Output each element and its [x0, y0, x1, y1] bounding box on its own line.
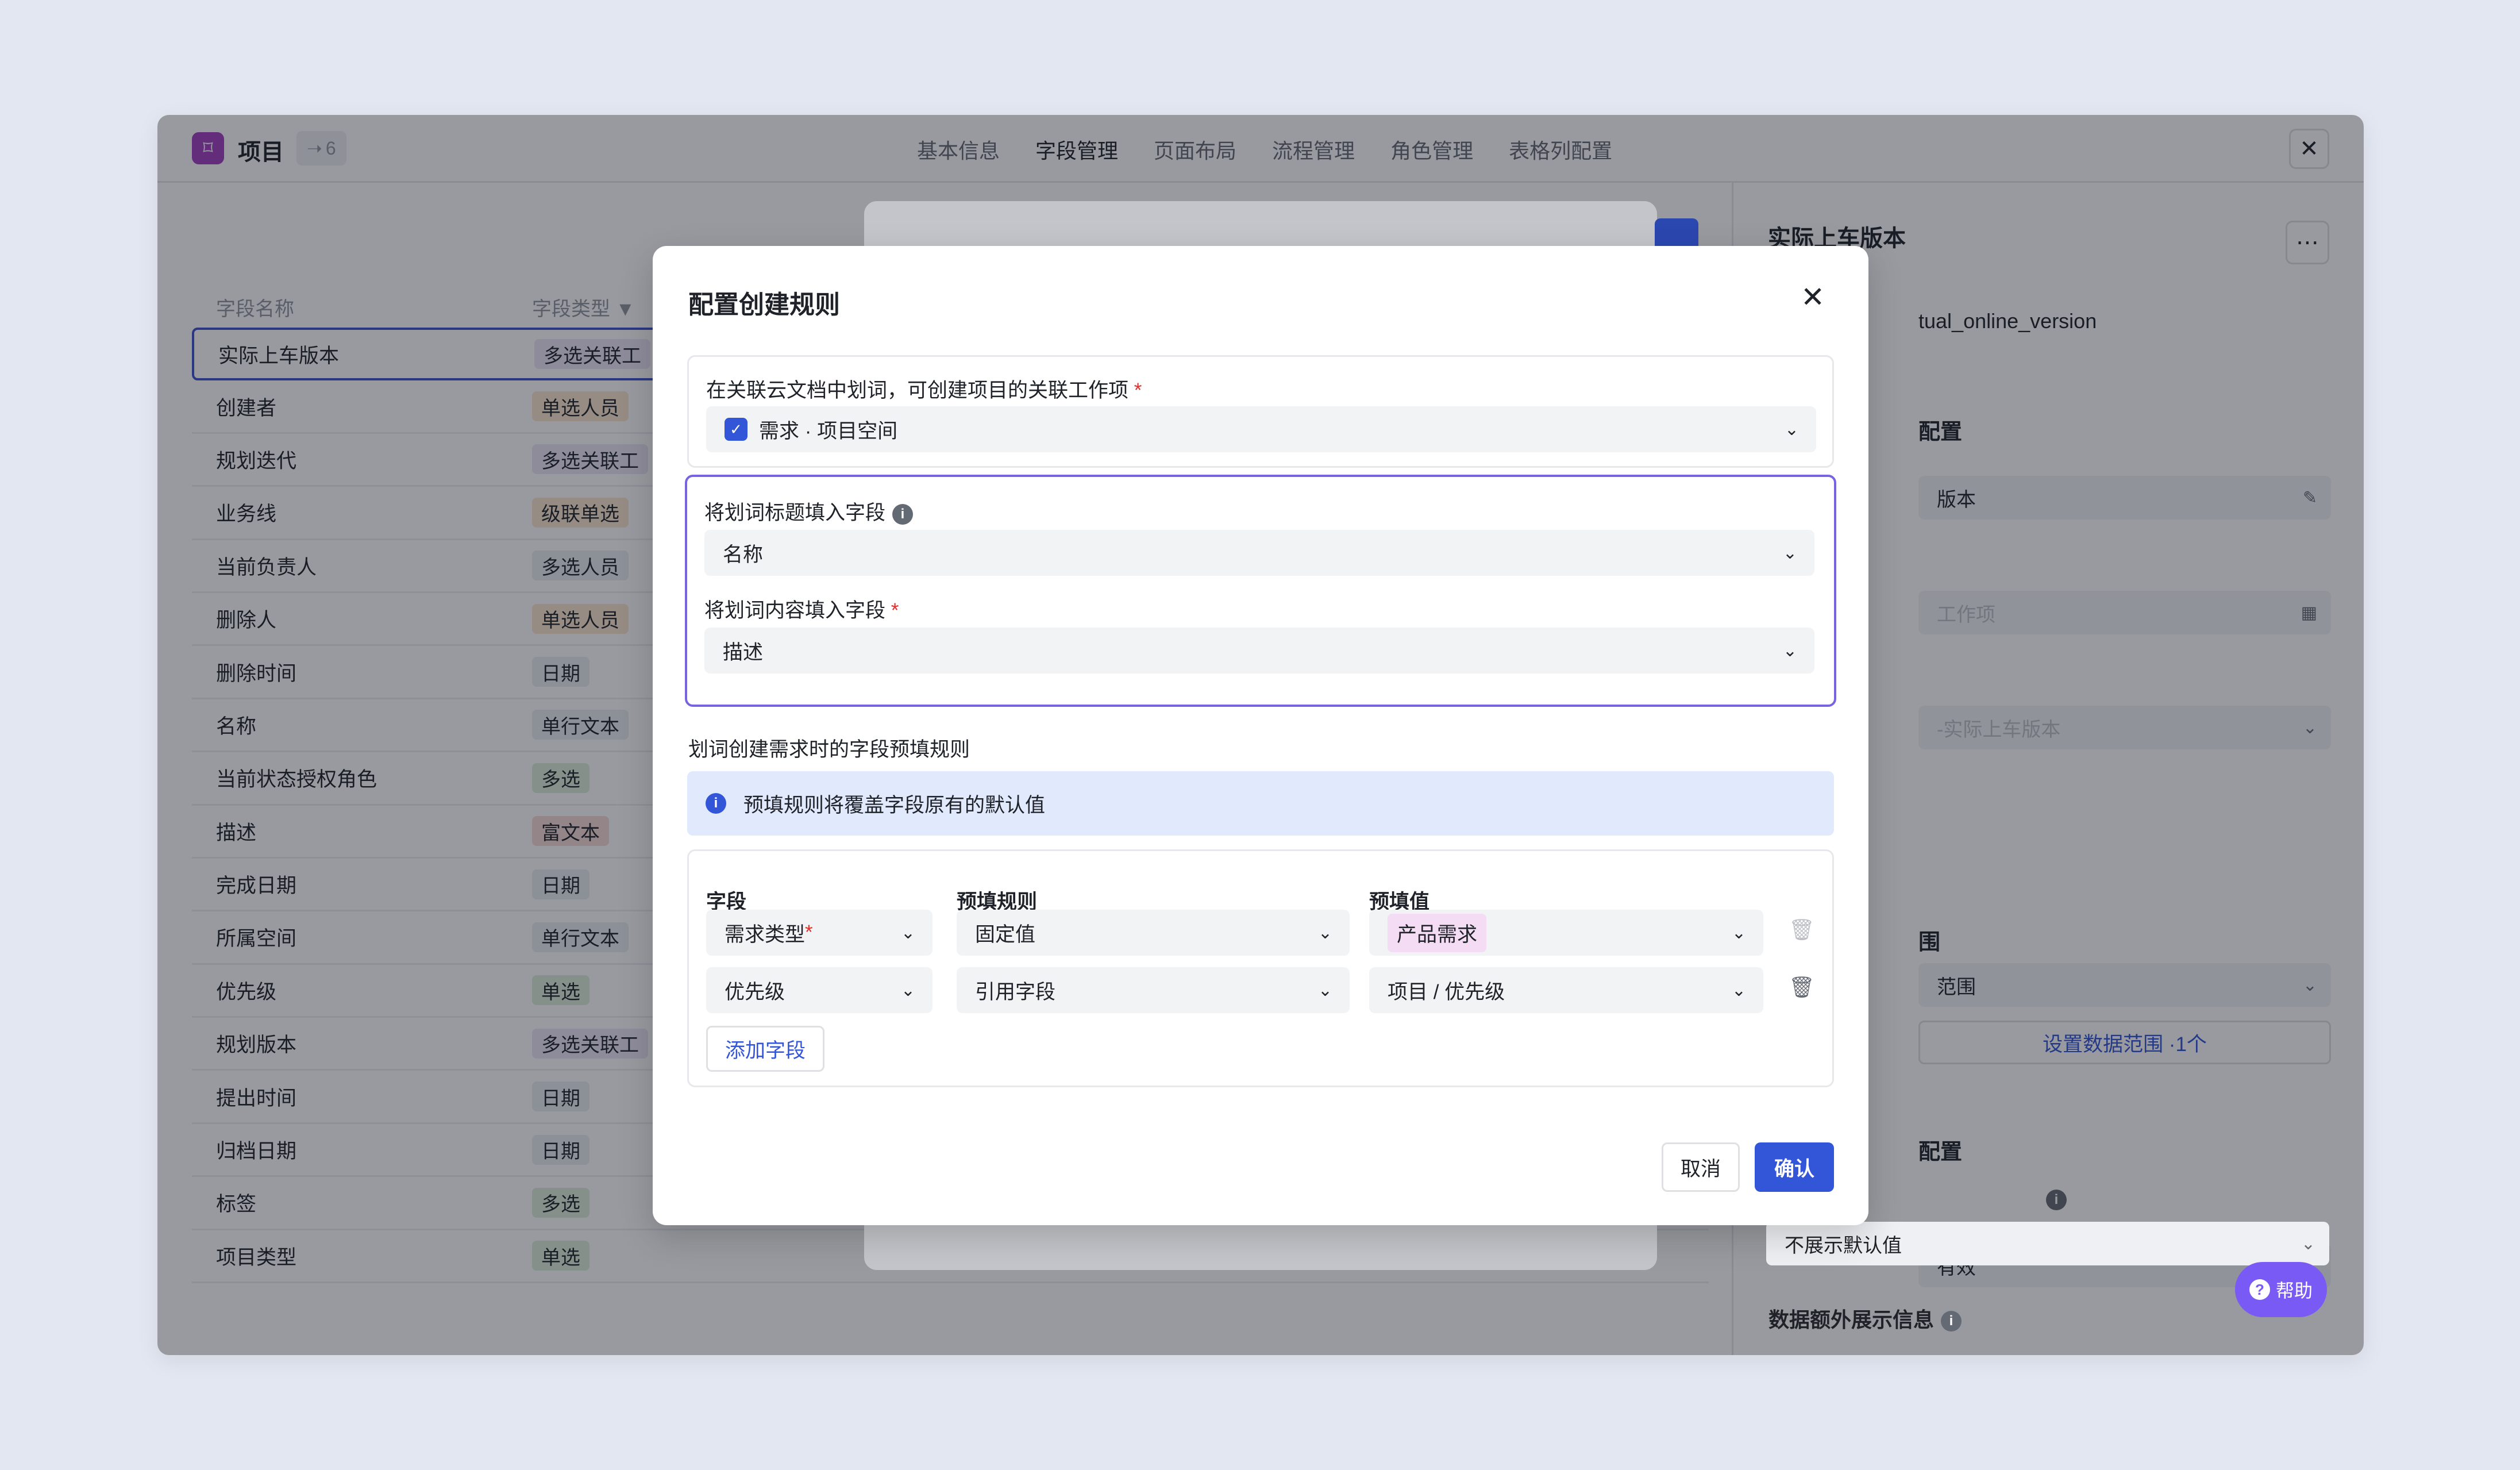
- chevron-down-icon: ⌄: [1731, 923, 1746, 942]
- help-icon: ?: [2249, 1279, 2270, 1300]
- modal-close-button[interactable]: ✕: [1801, 280, 1825, 314]
- extra-info-label: 数据额外展示信息 i: [1768, 1303, 1962, 1333]
- chevron-down-icon: ⌄: [1782, 543, 1797, 563]
- chevron-down-icon: ⌄: [900, 923, 915, 942]
- prefill-banner: i 预填规则将覆盖字段原有的默认值: [687, 771, 1834, 836]
- trash-icon[interactable]: 🗑: [1789, 975, 1815, 999]
- info-icon: i: [892, 503, 914, 525]
- rule-type-select[interactable]: 引用字段 ⌄: [957, 967, 1350, 1013]
- help-button[interactable]: ? 帮助: [2235, 1262, 2327, 1317]
- rule-field-select[interactable]: 优先级 ⌄: [706, 967, 933, 1013]
- info-icon: i: [706, 793, 726, 814]
- chevron-down-icon: ⌄: [1317, 923, 1332, 942]
- cancel-button[interactable]: 取消: [1662, 1142, 1740, 1192]
- create-rule-modal: 配置创建规则 ✕ 在关联云文档中划词，可创建项目的关联工作项 * ✓ 需求 · …: [653, 246, 1868, 1225]
- chevron-down-icon: ⌄: [2301, 1234, 2315, 1253]
- chevron-down-icon: ⌄: [1782, 641, 1797, 660]
- rule-value-select[interactable]: 产品需求 ⌄: [1369, 910, 1763, 956]
- title-field-select[interactable]: 名称 ⌄: [704, 530, 1814, 576]
- prefill-rules-table: 字段 预填规则 预填值 需求类型 * ⌄ 固定值 ⌄ 产品需求 ⌄ 🗑 优先级 ⌄…: [687, 849, 1834, 1087]
- source-select[interactable]: ✓ 需求 · 项目空间 ⌄: [706, 406, 1816, 452]
- confirm-button[interactable]: 确认: [1755, 1142, 1834, 1192]
- info-icon: i: [1941, 1311, 1962, 1332]
- modal-title: 配置创建规则: [688, 291, 840, 319]
- value-tag: 产品需求: [1388, 913, 1487, 952]
- title-field-label: 将划词标题填入字段 i: [704, 497, 914, 526]
- add-field-button[interactable]: 添加字段: [706, 1026, 825, 1072]
- chevron-down-icon: ⌄: [1784, 420, 1799, 439]
- content-field-label: 将划词内容填入字段 *: [704, 599, 899, 622]
- trash-icon[interactable]: 🗑: [1789, 918, 1815, 942]
- close-icon: ✕: [1801, 281, 1825, 313]
- prefill-section-title: 划词创建需求时的字段预填规则: [688, 738, 970, 761]
- panel-field-default[interactable]: 不展示默认值 ⌄: [1766, 1222, 2329, 1265]
- chevron-down-icon: ⌄: [900, 980, 915, 1000]
- fill-mapping-section: 将划词标题填入字段 i 名称 ⌄ 将划词内容填入字段 * 描述 ⌄: [685, 475, 1836, 707]
- chevron-down-icon: ⌄: [1317, 980, 1332, 1000]
- rule-field-select[interactable]: 需求类型 * ⌄: [706, 910, 933, 956]
- source-section: 在关联云文档中划词，可创建项目的关联工作项 * ✓ 需求 · 项目空间 ⌄: [687, 355, 1834, 468]
- rule-value-select[interactable]: 项目 / 优先级 ⌄: [1369, 967, 1763, 1013]
- source-label: 在关联云文档中划词，可创建项目的关联工作项 *: [706, 379, 1142, 402]
- content-field-select[interactable]: 描述 ⌄: [704, 628, 1814, 674]
- chevron-down-icon: ⌄: [1731, 980, 1746, 1000]
- workitem-type-icon: ✓: [725, 418, 747, 441]
- rule-type-select[interactable]: 固定值 ⌄: [957, 910, 1350, 956]
